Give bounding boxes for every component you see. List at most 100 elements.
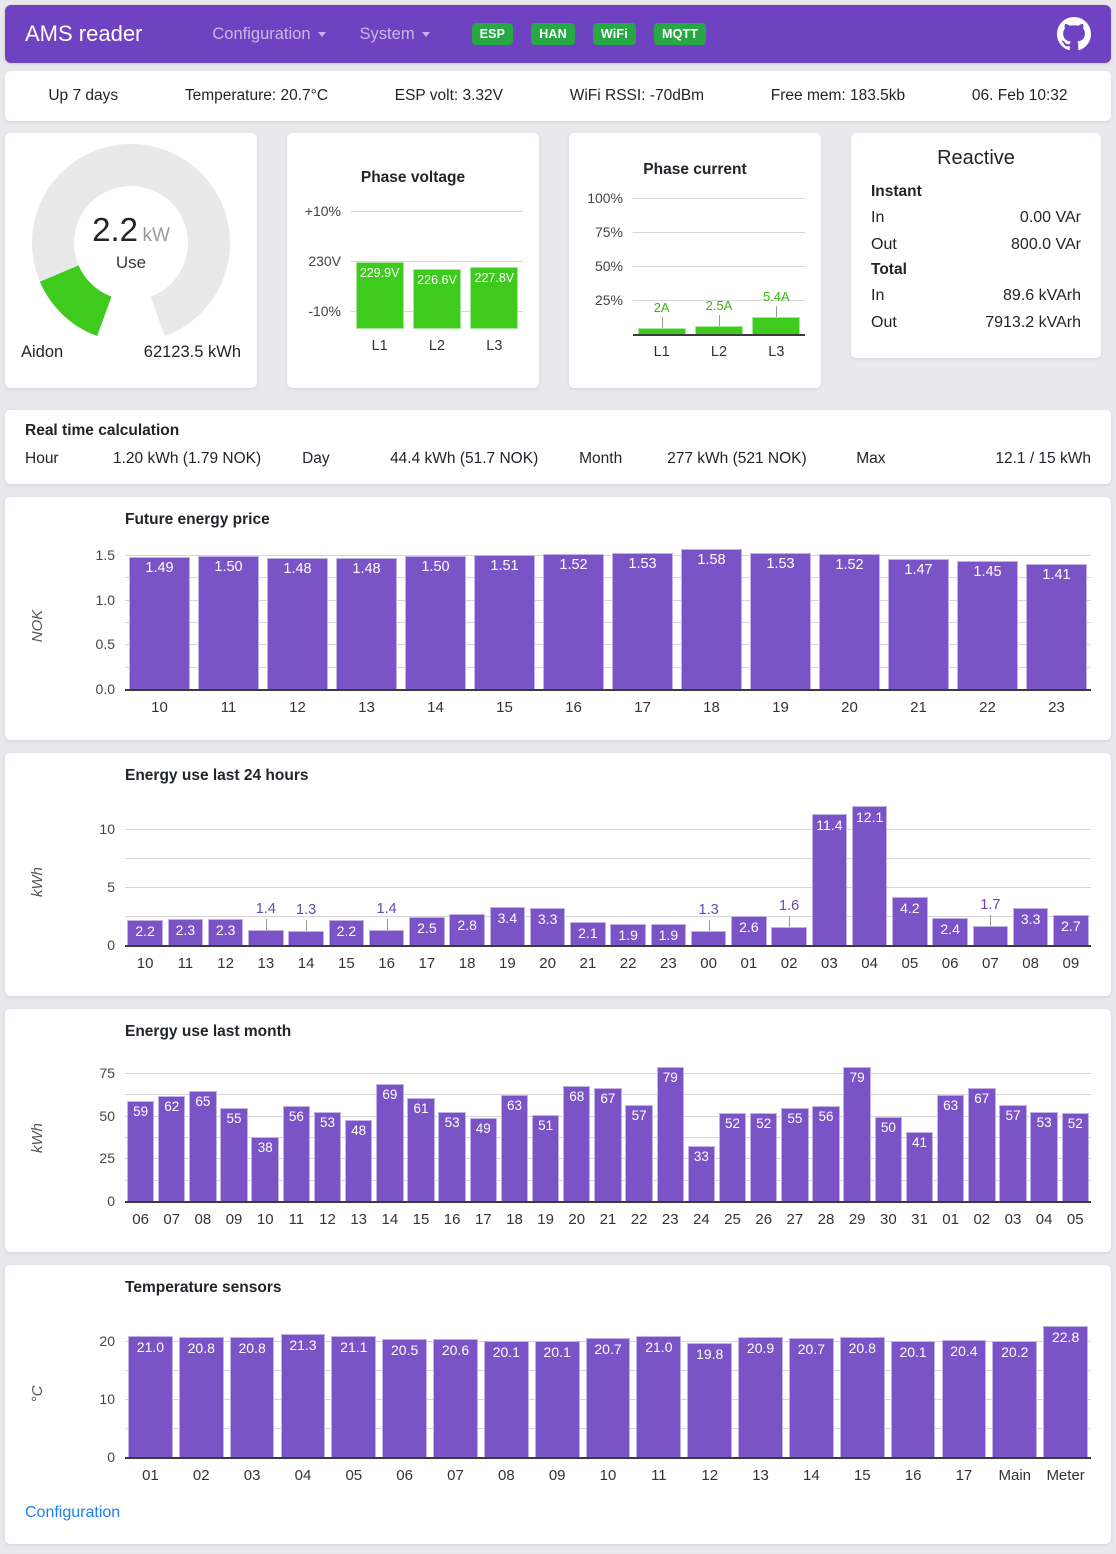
bar-02: 20.8 (179, 1337, 224, 1458)
bar-09: 2.7 (1053, 915, 1088, 946)
bar-16: 20.1 (891, 1341, 936, 1458)
bar-26: 52 (750, 1113, 777, 1202)
x-tick-label: 23 (655, 1203, 686, 1228)
configuration-link[interactable]: Configuration (25, 1504, 120, 1522)
bar-slot: 1.4 (367, 801, 407, 946)
x-tick-label: 14 (401, 691, 470, 716)
bar-value-label: 2.7 (1050, 918, 1091, 934)
bar-value-label: 1.53 (747, 556, 814, 572)
bar-value-label: 62 (155, 1099, 188, 1114)
bar-value-label: 20.2 (989, 1344, 1040, 1360)
bar-23: 79 (657, 1067, 684, 1202)
x-tick-label: 09 (218, 1203, 249, 1228)
bar-11: 21.0 (636, 1336, 681, 1458)
bar-30: 50 (875, 1117, 902, 1202)
y-tick-label: 100% (585, 190, 623, 206)
bar-17: 1.53 (612, 553, 673, 690)
github-icon (1057, 17, 1091, 51)
x-tick-label: 12 (263, 691, 332, 716)
energy-month-chart: kWh 596265553856534869615349635168675779… (25, 1057, 1091, 1232)
bar-15: 61 (407, 1098, 434, 1202)
bar-slot: 1.3 (286, 801, 326, 946)
nav-system[interactable]: System (360, 25, 430, 44)
bar-slot: 56 (281, 1057, 312, 1202)
x-tick-label: 12 (312, 1203, 343, 1228)
y-tick-label: 75 (71, 1065, 115, 1081)
energy-24h-card: Energy use last 24 hours kWh 2.22.32.31.… (5, 753, 1111, 996)
bar-slot: 1.47 (884, 545, 953, 690)
bar-value-label: 63 (934, 1098, 967, 1113)
x-tick-label: 11 (194, 691, 263, 716)
bar-slot: 20.1 (888, 1313, 939, 1458)
nav-configuration[interactable]: Configuration (212, 25, 325, 44)
bar-value-label: 20.5 (379, 1342, 430, 1358)
bar-slot: 67 (966, 1057, 997, 1202)
bar-value-label: 48 (342, 1123, 375, 1138)
reactive-instant-out-row: Out 800.0 VAr (871, 231, 1081, 258)
bar-value-label: 63 (498, 1098, 531, 1113)
meter-vendor: Aidon (21, 343, 63, 362)
bar-value-label: 22.8 (1040, 1329, 1091, 1345)
bar-10: 38 (251, 1137, 278, 1202)
x-tick-label: 17 (407, 947, 447, 972)
bar-slot: 79 (655, 1057, 686, 1202)
day-label: Day (302, 450, 390, 468)
realtime-calculation-card: Real time calculation Hour 1.20 kWh (1.7… (5, 410, 1111, 484)
x-tick-label: 28 (810, 1203, 841, 1228)
bar-slot: 21.3 (278, 1313, 329, 1458)
bar-slot: 53 (312, 1057, 343, 1202)
reactive-total-in-row: In 89.6 kVArh (871, 282, 1081, 309)
x-tick-label: 09 (532, 1459, 583, 1484)
bar-slot: 21.0 (633, 1313, 684, 1458)
bar-slot: 2.2 (326, 801, 366, 946)
bar-slot: 1.3 (689, 801, 729, 946)
bar-02: 67 (968, 1088, 995, 1202)
hour-label: Hour (25, 450, 113, 468)
bar-value-label: 19.8 (684, 1346, 735, 1362)
github-link[interactable] (1057, 17, 1091, 51)
bar-11: 1.50 (198, 556, 259, 690)
bar-slot: 20.9 (735, 1313, 786, 1458)
bar-slot: 19.8 (684, 1313, 735, 1458)
top-cards-row: 2.2 kW Use Aidon 62123.5 kWh Phase volta… (5, 133, 1111, 388)
power-gauge-card: 2.2 kW Use Aidon 62123.5 kWh (5, 133, 257, 388)
x-tick-label: 16 (888, 1459, 939, 1484)
power-gauge: 2.2 kW Use (31, 149, 231, 327)
bar-value-label: 20.7 (786, 1341, 837, 1357)
bar-value-label: 51 (529, 1118, 562, 1133)
bar-slot: 1.52 (815, 545, 884, 690)
power-value: 2.2 (92, 211, 138, 248)
bar-value-label: 1.47 (885, 562, 952, 578)
bar-L1: 229.9V (356, 262, 404, 329)
x-tick-label: 17 (468, 1203, 499, 1228)
bar-14 (288, 931, 323, 946)
bar-value-label: 50 (872, 1120, 905, 1135)
bar-09: 55 (220, 1108, 247, 1202)
bar-01: 63 (937, 1095, 964, 1202)
bar-28: 56 (812, 1106, 839, 1202)
x-tick-label: 26 (748, 1203, 779, 1228)
bar-value-label: 1.50 (195, 559, 262, 575)
page: AMS reader Configuration System ESP HAN … (0, 0, 1116, 1554)
bar-value-label: 68 (560, 1089, 593, 1104)
mqtt-status-badge: MQTT (654, 23, 706, 45)
bar-value-label: 1.49 (126, 560, 193, 576)
bar-slot: 63 (499, 1057, 530, 1202)
y-tick-label: -10% (303, 303, 341, 319)
x-tick-label: 06 (379, 1459, 430, 1484)
bar-value-label: 1.53 (609, 556, 676, 572)
x-tick-label: 03 (809, 947, 849, 972)
x-tick-label: 21 (592, 1203, 623, 1228)
bar-slot: 2.5A (690, 185, 747, 335)
clock: 06. Feb 10:32 (972, 87, 1068, 105)
app-header: AMS reader Configuration System ESP HAN … (5, 5, 1111, 63)
bar-value-label: 21.0 (125, 1339, 176, 1355)
y-tick-label: 50% (585, 258, 623, 274)
future-energy-price-chart: NOK 1.491.501.481.481.501.511.521.531.58… (25, 545, 1091, 720)
bar-slot: 1.9 (608, 801, 648, 946)
bar-slot: 55 (779, 1057, 810, 1202)
realtime-title: Real time calculation (25, 422, 1091, 440)
y-tick-label: 0.0 (71, 681, 115, 697)
x-tick-label: 08 (1011, 947, 1051, 972)
bar-17: 49 (470, 1118, 497, 1202)
